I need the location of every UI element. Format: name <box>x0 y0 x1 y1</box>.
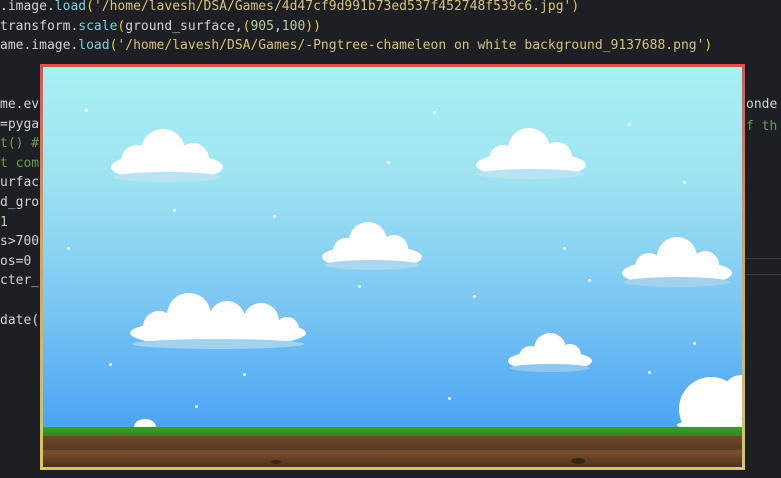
cloud <box>476 128 586 179</box>
sky-sparkle <box>683 181 686 184</box>
cloud <box>622 237 732 287</box>
sky-sparkle <box>648 371 651 374</box>
sky-sparkle <box>433 111 436 114</box>
sky-sparkle <box>563 247 566 250</box>
code-line: 1 <box>0 214 8 232</box>
code-line: ame.image.load('/home/lavesh/DSA/Games/-… <box>0 37 712 55</box>
cloud <box>322 222 422 270</box>
code-line: t com <box>0 155 39 173</box>
code-token: os=0 <box>0 253 32 269</box>
sky-sparkle <box>588 279 591 282</box>
code-token: ) <box>704 38 713 54</box>
code-line: t() # <box>0 135 39 153</box>
code-line: =pyga <box>0 116 39 134</box>
code-token: .image. <box>0 0 55 14</box>
code-token: me.ev <box>0 97 40 112</box>
code-token: 100 <box>281 18 306 34</box>
cloud <box>111 129 223 182</box>
code-token: )) <box>305 18 321 34</box>
sky-sparkle <box>243 373 246 376</box>
code-token: =pyga <box>0 116 40 132</box>
sky-sparkle <box>109 363 112 366</box>
code-token: urfac <box>0 175 40 191</box>
panel-divider <box>744 258 781 259</box>
code-fragment-right-1: onde <box>746 97 778 112</box>
code-token: '/home/lavesh/DSA/Games/4d47cf9d991b73ed… <box>93 0 572 14</box>
code-token: '/home/lavesh/DSA/Games/-Pngtree-chamele… <box>117 38 705 54</box>
code-token: transform. <box>0 18 79 34</box>
sky-sparkle <box>273 215 276 218</box>
code-token: ) <box>571 0 580 14</box>
sky-sparkle <box>628 123 631 126</box>
code-token: load <box>78 38 110 54</box>
cloud <box>130 293 306 349</box>
code-line: .image.load('/home/lavesh/DSA/Games/4d47… <box>0 0 579 16</box>
code-line: d_gro <box>0 194 39 212</box>
game-window[interactable] <box>40 64 745 470</box>
cloud <box>677 375 742 427</box>
sky-sparkle <box>387 161 390 164</box>
code-line: cter_ <box>0 272 39 290</box>
sky-background <box>43 67 742 429</box>
sky-sparkle <box>173 209 176 212</box>
grass-strip <box>43 427 742 436</box>
code-line: s>700 <box>0 233 39 251</box>
code-fragment-right-2: f th <box>746 119 778 134</box>
ground <box>43 427 742 467</box>
code-token: t com <box>0 155 40 171</box>
code-token: 1 <box>0 214 8 230</box>
sky-sparkle <box>67 247 70 250</box>
sky-sparkle <box>448 397 451 400</box>
code-token: d_gro <box>0 195 40 210</box>
sky-sparkle <box>195 405 198 408</box>
cloud <box>508 333 592 372</box>
sky-sparkle <box>85 109 88 112</box>
code-token: ( <box>86 0 94 14</box>
code-token: 905 <box>250 18 274 34</box>
code-token: cter_ <box>0 273 40 289</box>
pebble <box>271 460 281 464</box>
code-line: os=0 <box>0 253 31 271</box>
pebble <box>571 458 585 464</box>
code-token: load <box>54 0 87 14</box>
dirt-layer <box>43 436 742 467</box>
code-token: ame.image. <box>0 38 79 54</box>
panel-divider <box>744 274 781 275</box>
code-line: transform.scale(ground_surface,(905,100)… <box>0 18 321 36</box>
code-line: me.ev <box>0 96 39 114</box>
code-token: t() # <box>0 136 40 152</box>
dirt-band <box>43 450 742 454</box>
code-line: urfac <box>0 174 39 192</box>
code-token: scale <box>78 18 118 34</box>
code-token: ground_surface, <box>125 18 243 34</box>
sky-sparkle <box>358 285 361 288</box>
sky-sparkle <box>693 342 696 345</box>
sky-sparkle <box>473 295 476 298</box>
code-token: s>700 <box>0 234 40 250</box>
code-line: date( <box>0 312 39 330</box>
code-token: , <box>273 18 282 34</box>
code-token: date( <box>0 312 40 328</box>
